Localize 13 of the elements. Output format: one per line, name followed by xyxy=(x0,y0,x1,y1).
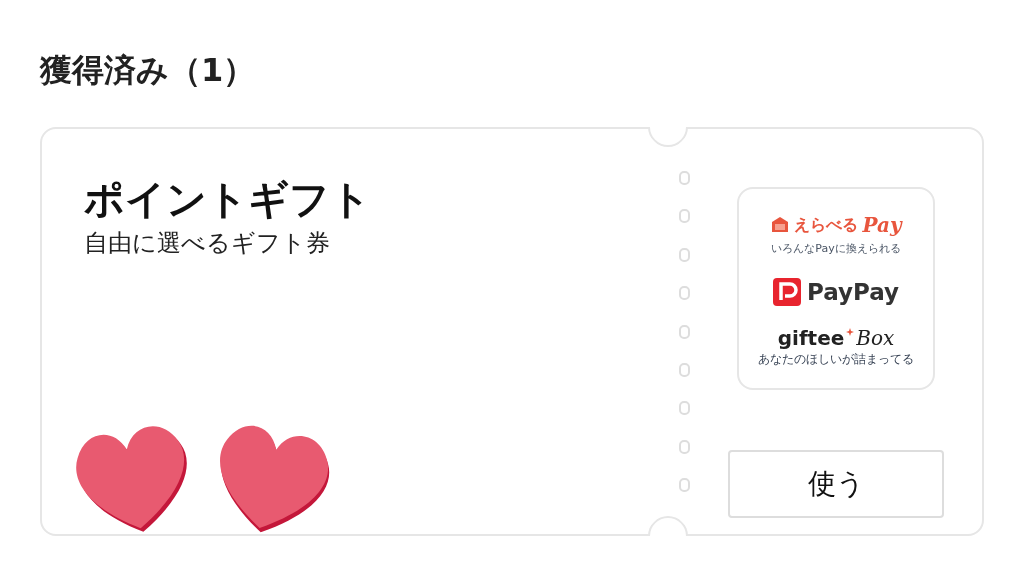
use-button[interactable]: 使う xyxy=(728,450,944,518)
brand-accent: Pay xyxy=(862,212,902,240)
brand-tagline: あなたのほしいが詰まってる xyxy=(758,351,914,367)
p-logo-icon xyxy=(772,277,801,306)
brand-accent: Box xyxy=(856,327,895,348)
brand-tagline: いろんなPayに換えられる xyxy=(771,242,901,257)
brand-name: giftee xyxy=(777,327,845,348)
star-icon xyxy=(846,327,855,336)
section-title: 獲得済み（1） xyxy=(40,50,256,91)
brand-name: PayPay xyxy=(806,277,900,307)
gift-subtitle: 自由に選べるギフト券 xyxy=(84,228,330,259)
brand-name: えらべる xyxy=(794,214,859,237)
gift-title: ポイントギフト xyxy=(84,175,371,224)
